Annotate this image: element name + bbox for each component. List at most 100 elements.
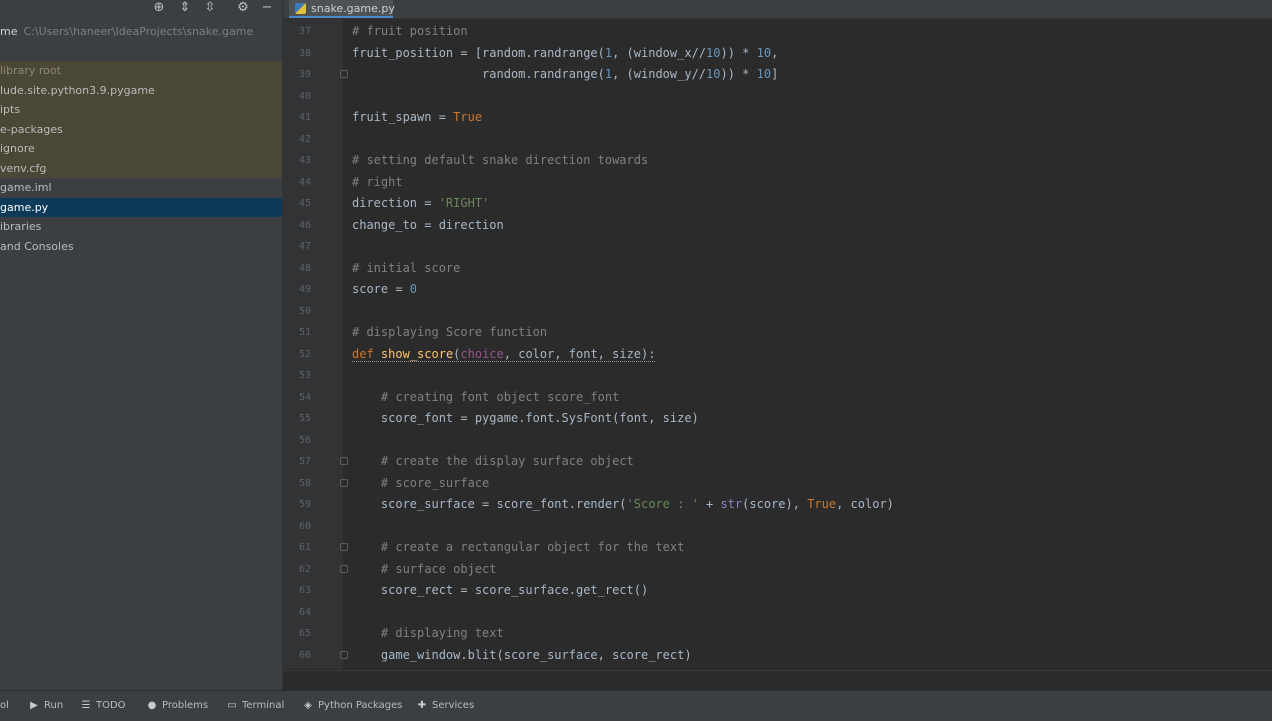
tree-item-label: e-packages [0,122,63,136]
code-line[interactable]: 38 fruit_position = [random.randrange(1, … [283,43,1272,65]
todo-tab[interactable]: ☰ TODO [80,699,126,713]
python-packages-tab[interactable]: ◈ Python Packages [302,699,402,713]
code-line[interactable]: 51 # displaying Score function [283,322,1272,344]
tree-item[interactable]: me C:\Users\haneer\IdeaProjects\snake.gam… [0,22,282,42]
line-number: 50 [298,305,311,317]
tree-item[interactable]: lude.site.python3.9.pygame [0,80,282,100]
code-line[interactable]: 50 [283,301,1272,323]
line-number: 51 [298,327,311,338]
line-number: 58 [298,477,311,489]
todo-icon: ☰ [81,700,91,711]
line-number: 61 [298,542,311,553]
code-line[interactable]: 54 # creating font object score_font [283,387,1272,409]
python-packages-icon: ◈ [304,700,312,711]
services-tab[interactable]: ✚ Services [416,699,474,713]
code-line[interactable]: 58 # score_surface [283,473,1272,495]
gear-icon[interactable]: ⚙ [235,0,251,16]
tree-item [0,42,282,62]
tab-snake-game-py[interactable]: snake.game.py [289,0,395,18]
tree-item[interactable]: library root [0,61,282,81]
line-number: 55 [298,413,311,424]
code-line[interactable]: 42 [283,129,1272,151]
expand-icon[interactable]: ⇕ [177,0,193,16]
code-line[interactable]: 63 score_rect = score_surface.get_rect() [283,580,1272,602]
code-text: score = 0 [352,282,418,296]
code-line[interactable]: 37 # fruit position [283,21,1272,43]
tree-item[interactable]: e-packages [0,119,282,139]
code-line[interactable]: 57 # create the display surface object [283,451,1272,473]
code-text: def show_score(choice, color, font, size… [352,346,656,362]
tree-item-label: and Consoles [0,239,74,253]
tree-item-label: library root [0,64,61,77]
code-line[interactable]: 44 # right [283,172,1272,194]
code-line[interactable]: 59 score_surface = score_font.render('Sc… [283,494,1272,516]
line-number: 60 [298,520,311,532]
terminal-tab[interactable]: ▭ Terminal [226,699,284,713]
code-line[interactable]: 43 # setting default snake direction towa… [283,150,1272,172]
code-line[interactable]: 40 [283,86,1272,108]
fold-marker-icon[interactable] [340,457,348,465]
tool-partial[interactable]: ol [0,699,9,713]
tree-item[interactable]: and Consoles [0,237,282,257]
problems-icon: ● [147,700,157,711]
problems-tab[interactable]: ● Problems [146,699,208,713]
tool-window-label: TODO [96,700,126,711]
tree-item[interactable]: ignore [0,139,282,159]
tool-window-label: Services [432,700,475,711]
code-line[interactable]: 62 # surface object [283,559,1272,581]
code-line[interactable]: 49 score = 0 [283,279,1272,301]
code-line[interactable]: 53 [283,365,1272,387]
line-number: 64 [298,606,311,618]
horizontal-scrollbar[interactable] [283,670,1272,691]
code-line[interactable]: 45 direction = 'RIGHT' [283,193,1272,215]
code-line[interactable]: 61 # create a rectangular object for the… [283,537,1272,559]
tree-item[interactable]: game.iml [0,178,282,198]
tree-item[interactable]: venv.cfg [0,158,282,178]
line-number: 48 [298,262,311,274]
tool-window-bar: ol ▶ Run ☰ TODO ● Problems ▭ Terminal ◈ Python Pac… [0,690,1272,721]
tree-item[interactable]: ibraries [0,217,282,237]
line-number: 66 [298,649,311,661]
code-line[interactable]: 48 # initial score [283,258,1272,280]
run-tab[interactable]: ▶ Run [28,699,63,713]
terminal-icon: ▭ [227,700,237,711]
tool-window-label: Terminal [242,700,285,711]
line-number: 62 [298,563,311,575]
code-line[interactable]: 47 [283,236,1272,258]
code-line[interactable]: 55 score_font = pygame.font.SysFont(font… [283,408,1272,430]
fold-marker-icon[interactable] [340,564,348,573]
tree-item[interactable]: ipts [0,100,282,120]
line-number: 47 [298,241,311,252]
fold-marker-icon[interactable] [340,650,348,659]
target-icon[interactable]: ⊕ [151,0,167,16]
tree-item-label: game.iml [0,181,52,194]
code-text: score_rect = score_surface.get_rect() [352,583,649,597]
fold-marker-icon[interactable] [340,543,348,551]
code-text: # displaying Score function [352,325,548,339]
line-number: 54 [298,391,311,403]
code-line[interactable]: 52 def show_score(choice, color, font, si… [283,344,1272,366]
code-line[interactable]: 41 fruit_spawn = True [283,107,1272,129]
minimize-icon[interactable]: − [259,0,275,16]
tree-item-label: ignore [0,142,35,155]
code-editor[interactable]: 37 # fruit position 38 fruit_position = [ra… [283,19,1272,669]
collapse-icon[interactable]: ⇳ [202,0,218,16]
tree-item[interactable]: game.py [0,197,282,217]
line-number: 43 [298,155,311,166]
code-line[interactable]: 39 random.randrange(1, (window_y//10)) *… [283,64,1272,86]
code-line[interactable]: 66 game_window.blit(score_surface, score… [283,645,1272,667]
fold-marker-icon[interactable] [340,478,348,487]
fold-marker-icon[interactable] [340,70,348,78]
code-line[interactable]: 56 [283,430,1272,452]
tree-item-label: me [0,25,18,38]
line-number: 38 [298,47,311,59]
code-line[interactable]: 46 change_to = direction [283,215,1272,237]
project-sidebar: ⊕ ⇕ ⇳ ⚙ − me C:\Users\haneer\IdeaProjects… [0,0,283,690]
tool-window-label: Run [44,700,64,711]
line-number: 53 [298,370,311,381]
line-number: 63 [298,585,311,596]
code-line[interactable]: 64 [283,602,1272,624]
code-line[interactable]: 65 # displaying text [283,623,1272,645]
code-line[interactable]: 60 [283,516,1272,538]
code-text: fruit_position = [random.randrange(1, (w… [352,45,779,60]
